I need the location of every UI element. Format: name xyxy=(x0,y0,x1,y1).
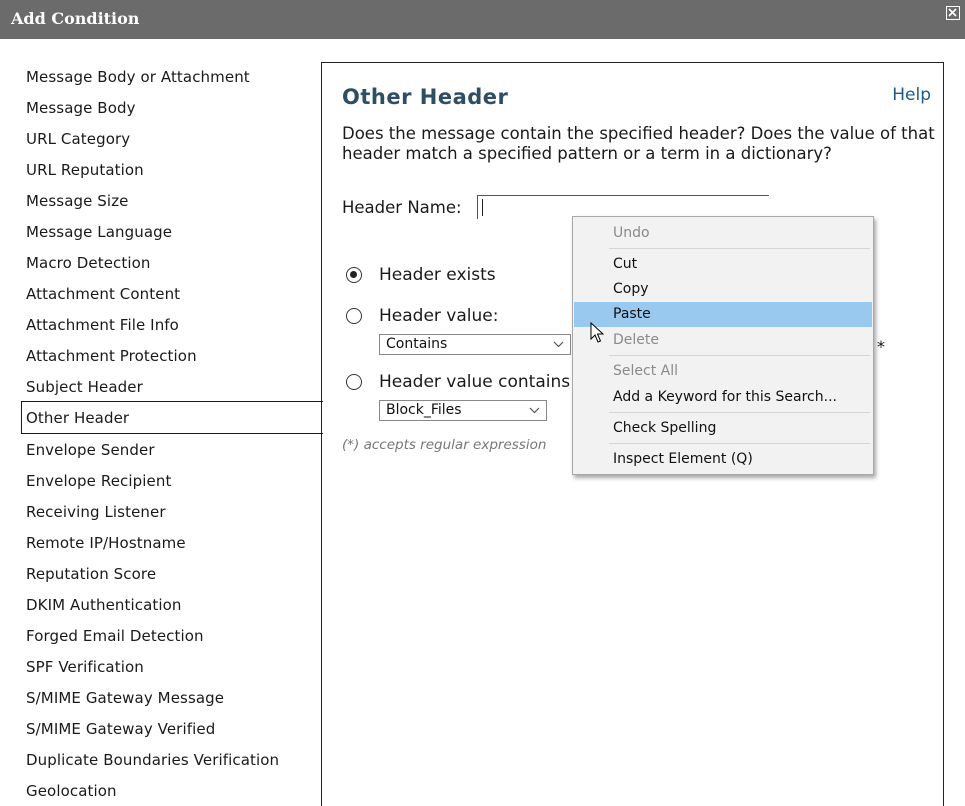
menu-item-label: Delete xyxy=(613,332,659,348)
menu-item-select-all[interactable]: Select All xyxy=(574,359,872,384)
header-value-contains-label: Header value contains xyxy=(379,372,571,392)
menu-item-delete[interactable]: Delete xyxy=(574,328,872,353)
condition-item[interactable]: SPF Verification xyxy=(26,658,144,676)
menu-item-label: Check Spelling xyxy=(613,420,717,436)
dictionary-select[interactable]: Block_Files xyxy=(379,400,547,421)
condition-item[interactable]: Message Body or Attachment xyxy=(26,68,250,86)
menu-separator xyxy=(609,248,870,249)
menu-item-add-keyword[interactable]: Add a Keyword for this Search... xyxy=(574,385,872,410)
condition-item[interactable]: Macro Detection xyxy=(26,254,151,272)
condition-item[interactable]: Attachment Content xyxy=(26,285,180,303)
menu-item-label: Inspect Element (Q) xyxy=(613,451,753,467)
header-value-contains-radio[interactable] xyxy=(346,374,362,390)
condition-item[interactable]: Forged Email Detection xyxy=(26,627,204,645)
operator-select-value: Contains xyxy=(386,336,448,352)
condition-item[interactable]: URL Reputation xyxy=(26,161,144,179)
dictionary-select-value: Block_Files xyxy=(386,402,462,418)
operator-select[interactable]: Contains xyxy=(379,334,571,355)
condition-item[interactable]: Envelope Recipient xyxy=(26,472,171,490)
header-value-label: Header value: xyxy=(379,306,499,326)
menu-item-label: Copy xyxy=(613,281,649,297)
menu-separator xyxy=(609,412,870,413)
condition-item[interactable]: Message Language xyxy=(26,223,172,241)
close-icon[interactable] xyxy=(946,6,960,20)
condition-item[interactable]: Attachment File Info xyxy=(26,316,179,334)
menu-item-label: Undo xyxy=(613,225,650,241)
panel-description: Does the message contain the specified h… xyxy=(342,124,935,163)
condition-item[interactable]: S/MIME Gateway Verified xyxy=(26,720,215,738)
menu-item-undo[interactable]: Undo xyxy=(574,221,872,246)
menu-item-check-spelling[interactable]: Check Spelling xyxy=(574,416,872,441)
header-value-radio[interactable] xyxy=(346,308,362,324)
mouse-pointer-icon xyxy=(590,322,604,343)
radio-selected-dot xyxy=(350,271,357,278)
condition-item[interactable]: Message Size xyxy=(26,192,129,210)
regex-asterisk: * xyxy=(877,337,885,356)
condition-item[interactable]: DKIM Authentication xyxy=(26,596,182,614)
context-menu: Undo Cut Copy Paste Delete Select All Ad… xyxy=(572,216,874,475)
condition-item[interactable]: S/MIME Gateway Message xyxy=(26,689,224,707)
window-title: Add Condition xyxy=(11,9,140,28)
menu-item-label: Paste xyxy=(613,306,651,322)
menu-item-paste[interactable]: Paste xyxy=(574,302,872,327)
condition-item-selected[interactable]: Other Header xyxy=(26,409,129,427)
menu-item-label: Select All xyxy=(613,363,678,379)
condition-item[interactable]: Receiving Listener xyxy=(26,503,166,521)
panel-title: Other Header xyxy=(342,85,509,109)
menu-item-label: Cut xyxy=(613,256,638,272)
header-exists-radio[interactable] xyxy=(346,267,362,283)
condition-item[interactable]: Attachment Protection xyxy=(26,347,197,365)
menu-item-inspect-element[interactable]: Inspect Element (Q) xyxy=(574,447,872,472)
condition-item[interactable]: Message Body xyxy=(26,99,136,117)
menu-separator xyxy=(609,355,870,356)
regex-note: (*) accepts regular expression xyxy=(342,437,547,453)
condition-item[interactable]: Geolocation xyxy=(26,782,117,800)
chevron-down-icon xyxy=(529,407,540,414)
header-name-label: Header Name: xyxy=(342,198,462,217)
condition-item[interactable]: Remote IP/Hostname xyxy=(26,534,186,552)
menu-item-cut[interactable]: Cut xyxy=(574,252,872,277)
help-link[interactable]: Help xyxy=(892,85,931,105)
title-bar: Add Condition xyxy=(0,0,965,39)
condition-item[interactable]: Envelope Sender xyxy=(26,441,155,459)
menu-item-copy[interactable]: Copy xyxy=(574,277,872,302)
condition-item[interactable]: URL Category xyxy=(26,130,130,148)
condition-item[interactable]: Duplicate Boundaries Verification xyxy=(26,751,279,769)
header-exists-label: Header exists xyxy=(379,265,496,285)
chevron-down-icon xyxy=(553,341,564,348)
condition-item[interactable]: Subject Header xyxy=(26,378,143,396)
condition-item[interactable]: Reputation Score xyxy=(26,565,156,583)
menu-separator xyxy=(609,443,870,444)
text-caret xyxy=(482,199,483,216)
menu-item-label: Add a Keyword for this Search... xyxy=(613,389,837,405)
